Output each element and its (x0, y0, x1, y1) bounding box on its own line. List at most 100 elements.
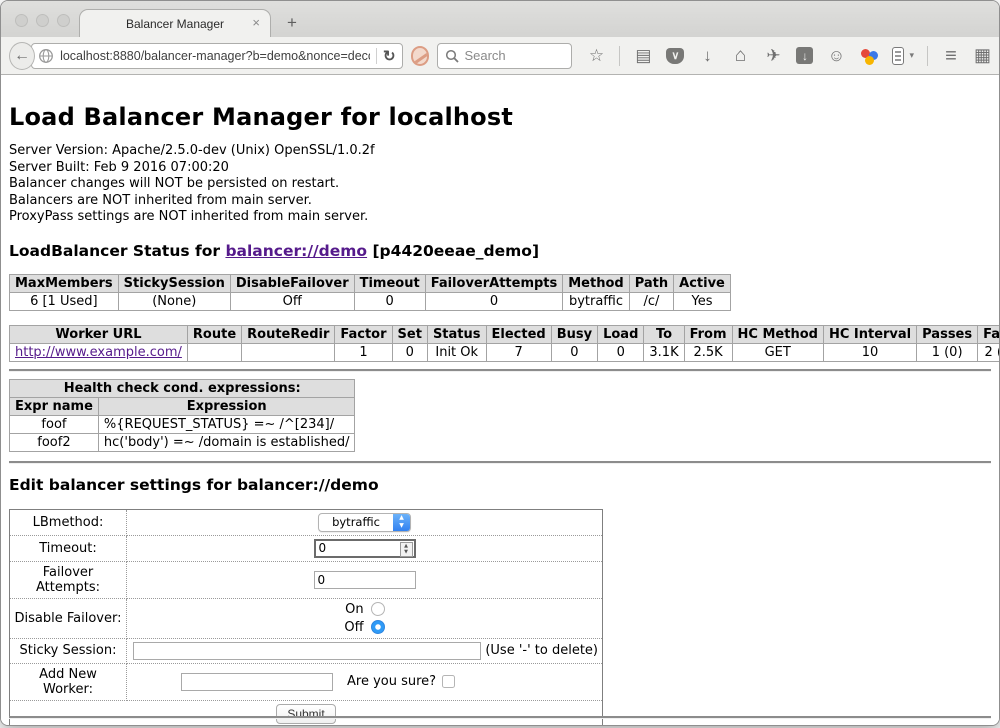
toolbar-icons: ☆ ▤ ∨ ↓ ⌂ ✈ ↓ ☺ ▾ ≡ ▦ (586, 45, 991, 66)
number-spinner-icon[interactable]: ▲▼ (400, 542, 413, 557)
search-bar[interactable] (437, 43, 572, 69)
timeout-cell: ▲▼ (127, 535, 603, 561)
status-heading-prefix: LoadBalancer Status for (9, 242, 225, 260)
table-header-row: MaxMembers StickySession DisableFailover… (10, 274, 731, 292)
submit-button[interactable]: Submit (276, 704, 335, 724)
reload-icon[interactable]: ↻ (383, 47, 396, 65)
back-button[interactable]: ← (9, 42, 35, 70)
submit-row: Submit (10, 700, 603, 726)
balancer-demo-link[interactable]: balancer://demo (225, 242, 367, 260)
col-disablefailover: DisableFailover (230, 274, 354, 292)
failover-attempts-row: Failover Attempts: (10, 561, 603, 598)
table-row: 6 [1 Used] (None) Off 0 0 bytraffic /c/ … (10, 292, 731, 310)
col-maxmembers: MaxMembers (10, 274, 119, 292)
radio-on-label: On (345, 602, 363, 617)
section-divider (9, 369, 991, 372)
home-icon[interactable]: ⌂ (730, 46, 750, 65)
battery-extension-icon[interactable] (892, 47, 904, 65)
col-passes: Passes (917, 325, 978, 343)
add-worker-input[interactable] (181, 673, 333, 691)
multi-color-extension-icon[interactable] (859, 47, 879, 65)
cell-set: 0 (392, 343, 427, 361)
reading-list-icon[interactable]: ▤ (633, 47, 653, 64)
status-heading-suffix: [p4420eeae_demo] (367, 242, 539, 260)
disable-failover-label: Disable Failover: (10, 598, 127, 638)
cell-active: Yes (674, 292, 731, 310)
col-worker-url: Worker URL (10, 325, 188, 343)
select-stepper-icon: ▲▼ (393, 513, 410, 532)
url-bar[interactable]: ↻ (31, 43, 403, 69)
radio-off-label: Off (344, 620, 363, 635)
worker-url-link[interactable]: http://www.example.com/ (15, 345, 182, 360)
disable-failover-off-radio[interactable] (371, 620, 385, 634)
timeout-label: Timeout: (10, 535, 127, 561)
disable-failover-on-radio[interactable] (371, 602, 385, 616)
menu-hamburger-icon[interactable]: ≡ (941, 46, 961, 66)
submit-cell: Submit (10, 700, 603, 726)
send-tab-icon[interactable]: ✈ (763, 47, 783, 64)
cell-expression: hc('body') =~ /domain is established/ (98, 433, 355, 451)
lbmethod-select[interactable]: bytraffic ▲▼ (318, 513, 411, 532)
cell-passes: 1 (0) (917, 343, 978, 361)
window-close-button[interactable] (15, 14, 28, 27)
col-load: Load (598, 325, 644, 343)
globe-icon (38, 48, 54, 64)
cell-busy: 0 (551, 343, 597, 361)
health-title-row: Health check cond. expressions: (10, 379, 355, 397)
cell-failoverattempts: 0 (425, 292, 563, 310)
col-expr-name: Expr name (10, 397, 99, 415)
col-from: From (684, 325, 732, 343)
cell-load: 0 (598, 343, 644, 361)
search-input[interactable] (464, 48, 564, 63)
table-header-row: Worker URL Route RouteRedir Factor Set S… (10, 325, 1000, 343)
cell-expr-name: foof2 (10, 433, 99, 451)
window-minimize-button[interactable] (36, 14, 49, 27)
are-you-sure-checkbox[interactable] (442, 675, 455, 688)
add-worker-row: Add New Worker: Are you sure? (10, 663, 603, 700)
health-check-table: Health check cond. expressions: Expr nam… (9, 379, 355, 452)
inherit-note-line: Balancers are NOT inherited from main se… (9, 193, 991, 210)
disable-failover-cell: On Off (127, 598, 603, 638)
failover-attempts-input[interactable] (314, 571, 416, 589)
footer-divider (9, 716, 991, 719)
toolbar-separator-2 (927, 46, 928, 66)
server-built-line: Server Built: Feb 9 2016 07:00:20 (9, 160, 991, 177)
cell-hc-interval: 10 (823, 343, 916, 361)
proxypass-note-line: ProxyPass settings are NOT inherited fro… (9, 209, 991, 226)
window-controls (15, 14, 70, 27)
save-to-device-icon[interactable]: ↓ (796, 47, 813, 64)
bookmark-star-icon[interactable]: ☆ (586, 47, 606, 64)
downloads-icon[interactable]: ↓ (697, 47, 717, 64)
lbmethod-cell: bytraffic ▲▼ (127, 509, 603, 535)
cell-method: bytraffic (563, 292, 629, 310)
navigation-toolbar: ← ↻ ☆ ▤ ∨ ↓ ⌂ ✈ ↓ ☺ ▾ ≡ ▦ (1, 37, 999, 75)
col-expression: Expression (98, 397, 355, 415)
window-zoom-button[interactable] (57, 14, 70, 27)
tab-groups-icon[interactable]: ▦ (974, 45, 991, 66)
url-input[interactable] (60, 49, 370, 63)
content-blocker-icon[interactable] (411, 46, 430, 66)
cell-factor: 1 (335, 343, 392, 361)
feedback-smiley-icon[interactable]: ☺ (826, 47, 846, 64)
balancer-settings-form: LBmethod: bytraffic ▲▼ Timeout: ▲▼ (9, 509, 603, 727)
battery-dropdown-caret-icon[interactable]: ▾ (909, 50, 914, 61)
cell-expr-name: foof (10, 415, 99, 433)
tab-balancer-manager[interactable]: Balancer Manager × (79, 9, 271, 37)
col-failoverattempts: FailoverAttempts (425, 274, 563, 292)
sticky-session-label: Sticky Session: (10, 638, 127, 663)
lbmethod-label: LBmethod: (10, 509, 127, 535)
lbmethod-row: LBmethod: bytraffic ▲▼ (10, 509, 603, 535)
pocket-icon[interactable]: ∨ (666, 48, 684, 64)
cell-worker-url: http://www.example.com/ (10, 343, 188, 361)
server-info: Server Version: Apache/2.5.0-dev (Unix) … (9, 143, 991, 226)
new-tab-button[interactable]: + (287, 13, 297, 33)
col-factor: Factor (335, 325, 392, 343)
sticky-session-hint: (Use '-' to delete) (481, 643, 598, 658)
sticky-session-input[interactable] (133, 642, 481, 660)
tab-close-icon[interactable]: × (252, 15, 260, 30)
col-active: Active (674, 274, 731, 292)
page-content: Load Balancer Manager for localhost Serv… (1, 75, 999, 726)
cell-status: Init Ok (427, 343, 486, 361)
col-hc-method: HC Method (732, 325, 823, 343)
disable-failover-row: Disable Failover: On Off (10, 598, 603, 638)
